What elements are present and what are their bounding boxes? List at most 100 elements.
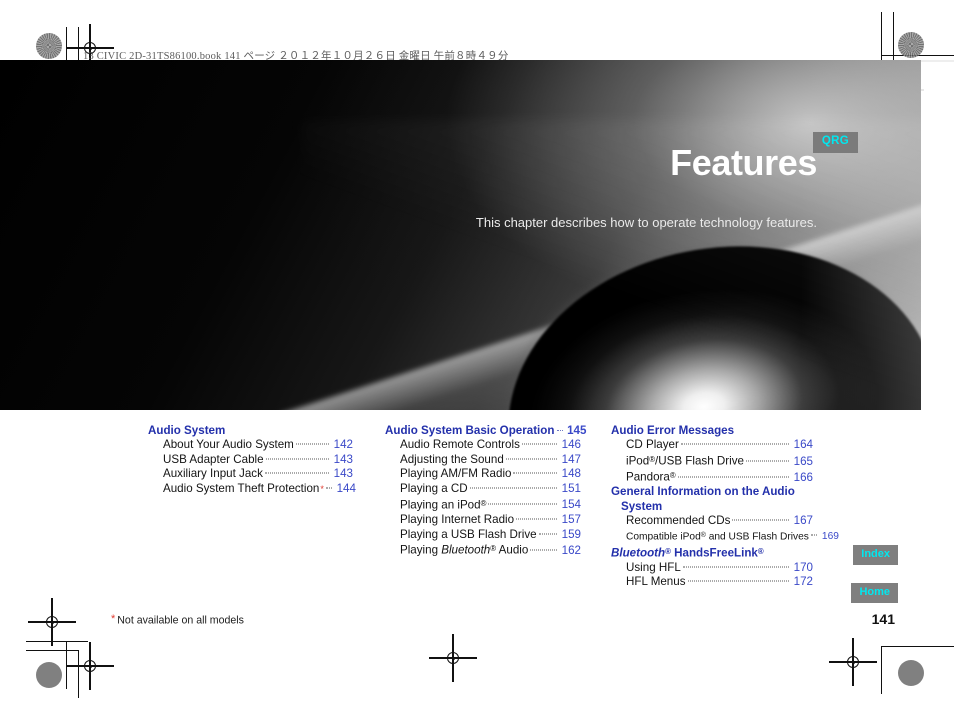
toc-section-page: 145 bbox=[565, 424, 586, 438]
toc-section-heading[interactable]: Audio System Basic Operation 145 bbox=[385, 424, 581, 438]
toc-entry-page: 144 bbox=[335, 482, 356, 497]
toc-entry-page: 164 bbox=[792, 438, 813, 453]
dot-leader bbox=[678, 476, 789, 477]
color-registration-blob bbox=[898, 32, 924, 58]
toc-entry-label: Playing Bluetooth® Audio bbox=[400, 542, 528, 558]
crop-line bbox=[26, 650, 79, 651]
toc-entry-page: 157 bbox=[560, 513, 581, 528]
toc-entry-page: 162 bbox=[560, 544, 581, 559]
index-button[interactable]: Index bbox=[853, 545, 898, 565]
color-registration-blob bbox=[36, 662, 62, 688]
toc-section-heading[interactable]: Audio System bbox=[148, 424, 353, 438]
dot-leader bbox=[516, 518, 557, 519]
toc-entry[interactable]: Playing Internet Radio 157 bbox=[385, 513, 581, 528]
toc-entry[interactable]: Playing an iPod® 154 bbox=[385, 497, 581, 513]
dot-leader bbox=[513, 473, 557, 474]
toc-entry-page: 165 bbox=[792, 455, 813, 470]
toc-entry-page: 147 bbox=[560, 453, 581, 468]
toc-entry-page: 154 bbox=[560, 498, 581, 513]
toc-entry[interactable]: Playing a CD 151 bbox=[385, 482, 581, 497]
toc-entry[interactable]: Playing a USB Flash Drive 159 bbox=[385, 528, 581, 543]
toc-section-title: Bluetooth® HandsFreeLink® bbox=[611, 545, 764, 561]
toc-entry-page: 148 bbox=[560, 467, 581, 482]
crop-line bbox=[881, 12, 882, 60]
dot-leader bbox=[266, 458, 329, 459]
toc-entry-label: Playing a USB Flash Drive bbox=[400, 528, 537, 543]
toc-entry-label: About Your Audio System bbox=[163, 438, 294, 453]
toc-entry[interactable]: Pandora® 166 bbox=[611, 469, 813, 485]
toc-entry[interactable]: Compatible iPod® and USB Flash Drives 16… bbox=[611, 529, 813, 545]
toc-entry-label: Playing a CD bbox=[400, 482, 468, 497]
toc-entry[interactable]: Playing AM/FM Radio 148 bbox=[385, 467, 581, 482]
crop-line bbox=[26, 641, 88, 642]
toc-entry[interactable]: About Your Audio System 142 bbox=[148, 438, 353, 453]
toc-section-title: Audio Error Messages bbox=[611, 424, 734, 438]
toc-entry-label: Playing an iPod® bbox=[400, 497, 486, 513]
footnote: *Not available on all models bbox=[110, 613, 244, 627]
toc-section: Audio System Basic Operation 145 Audio R… bbox=[385, 424, 581, 558]
toc-entry[interactable]: HFL Menus 172 bbox=[611, 575, 813, 590]
toc-entry-label: Audio System Theft Protection bbox=[163, 482, 319, 497]
dot-leader bbox=[683, 566, 789, 567]
dot-leader bbox=[688, 581, 790, 582]
dot-leader bbox=[539, 533, 557, 534]
toc-entry-label: Using HFL bbox=[626, 561, 681, 576]
toc-entry[interactable]: Auxiliary Input Jack 143 bbox=[148, 467, 353, 482]
toc-entry[interactable]: Audio Remote Controls 146 bbox=[385, 438, 581, 453]
toc-entry[interactable]: USB Adapter Cable 143 bbox=[148, 453, 353, 468]
toc-section-heading[interactable]: Bluetooth® HandsFreeLink® bbox=[611, 545, 813, 561]
registration-mark bbox=[443, 648, 463, 668]
page-title: Features bbox=[670, 145, 817, 181]
toc-entry-label: USB Adapter Cable bbox=[163, 453, 264, 468]
toc-entry[interactable]: Recommended CDs 167 bbox=[611, 514, 813, 529]
toc-entry-label: Audio Remote Controls bbox=[400, 438, 520, 453]
dot-leader bbox=[530, 549, 557, 550]
toc-section-title: Audio System bbox=[148, 424, 225, 438]
dot-leader bbox=[296, 444, 329, 445]
chapter-description: This chapter describes how to operate te… bbox=[476, 215, 817, 230]
qrg-badge[interactable]: QRG bbox=[813, 132, 858, 153]
toc-entry-page: 143 bbox=[332, 453, 353, 468]
toc-entry-page: 172 bbox=[792, 575, 813, 590]
toc-section-title-continued: System bbox=[611, 500, 813, 514]
toc-entry-label: Recommended CDs bbox=[626, 514, 730, 529]
toc-entry-page: 167 bbox=[792, 514, 813, 529]
toc-entry[interactable]: Using HFL 170 bbox=[611, 561, 813, 576]
toc-entry-label: Playing Internet Radio bbox=[400, 513, 514, 528]
toc-entry-label: Adjusting the Sound bbox=[400, 453, 504, 468]
toc-entry-label: Compatible iPod® and USB Flash Drives bbox=[626, 529, 809, 545]
toc-entry-label: Auxiliary Input Jack bbox=[163, 467, 263, 482]
toc-entry-page: 166 bbox=[792, 471, 813, 486]
toc-section-title: General Information on the Audio bbox=[611, 485, 795, 498]
dot-leader bbox=[746, 460, 789, 461]
toc-entry-label: CD Player bbox=[626, 438, 679, 453]
toc-section-heading[interactable]: Audio Error Messages bbox=[611, 424, 813, 438]
dot-leader bbox=[732, 520, 789, 521]
toc-entry-page: 169 bbox=[820, 530, 839, 545]
dot-leader bbox=[557, 430, 563, 431]
dot-leader bbox=[811, 534, 817, 535]
chapter-hero-banner: QRG Features This chapter describes how … bbox=[0, 60, 921, 410]
color-registration-blob bbox=[898, 660, 924, 686]
toc-section: General Information on the Audio System … bbox=[611, 485, 813, 544]
toc-entry[interactable]: Adjusting the Sound 147 bbox=[385, 453, 581, 468]
crop-line bbox=[881, 646, 882, 694]
crop-line bbox=[881, 646, 954, 647]
toc-column-2: Audio System Basic Operation 145 Audio R… bbox=[385, 424, 581, 558]
toc-entry[interactable]: Playing Bluetooth® Audio 162 bbox=[385, 542, 581, 558]
toc-column-1: Audio System About Your Audio System 142… bbox=[148, 424, 353, 497]
registration-mark bbox=[843, 652, 863, 672]
toc-section: Audio System About Your Audio System 142… bbox=[148, 424, 353, 497]
toc-entry[interactable]: CD Player 164 bbox=[611, 438, 813, 453]
toc-entry[interactable]: iPod®/USB Flash Drive 165 bbox=[611, 453, 813, 469]
toc-entry-label: iPod®/USB Flash Drive bbox=[626, 453, 744, 469]
dot-leader bbox=[522, 444, 557, 445]
toc-section: Bluetooth® HandsFreeLink® Using HFL 170 … bbox=[611, 545, 813, 590]
toc-entry-label: Playing AM/FM Radio bbox=[400, 467, 511, 482]
toc-section-heading[interactable]: General Information on the Audio System bbox=[611, 485, 813, 514]
toc-entry[interactable]: Audio System Theft Protection* 144 bbox=[148, 482, 353, 497]
footnote-text: Not available on all models bbox=[117, 615, 244, 627]
toc-entry-label: HFL Menus bbox=[626, 575, 686, 590]
home-button[interactable]: Home bbox=[851, 583, 898, 603]
registration-mark bbox=[80, 656, 100, 676]
